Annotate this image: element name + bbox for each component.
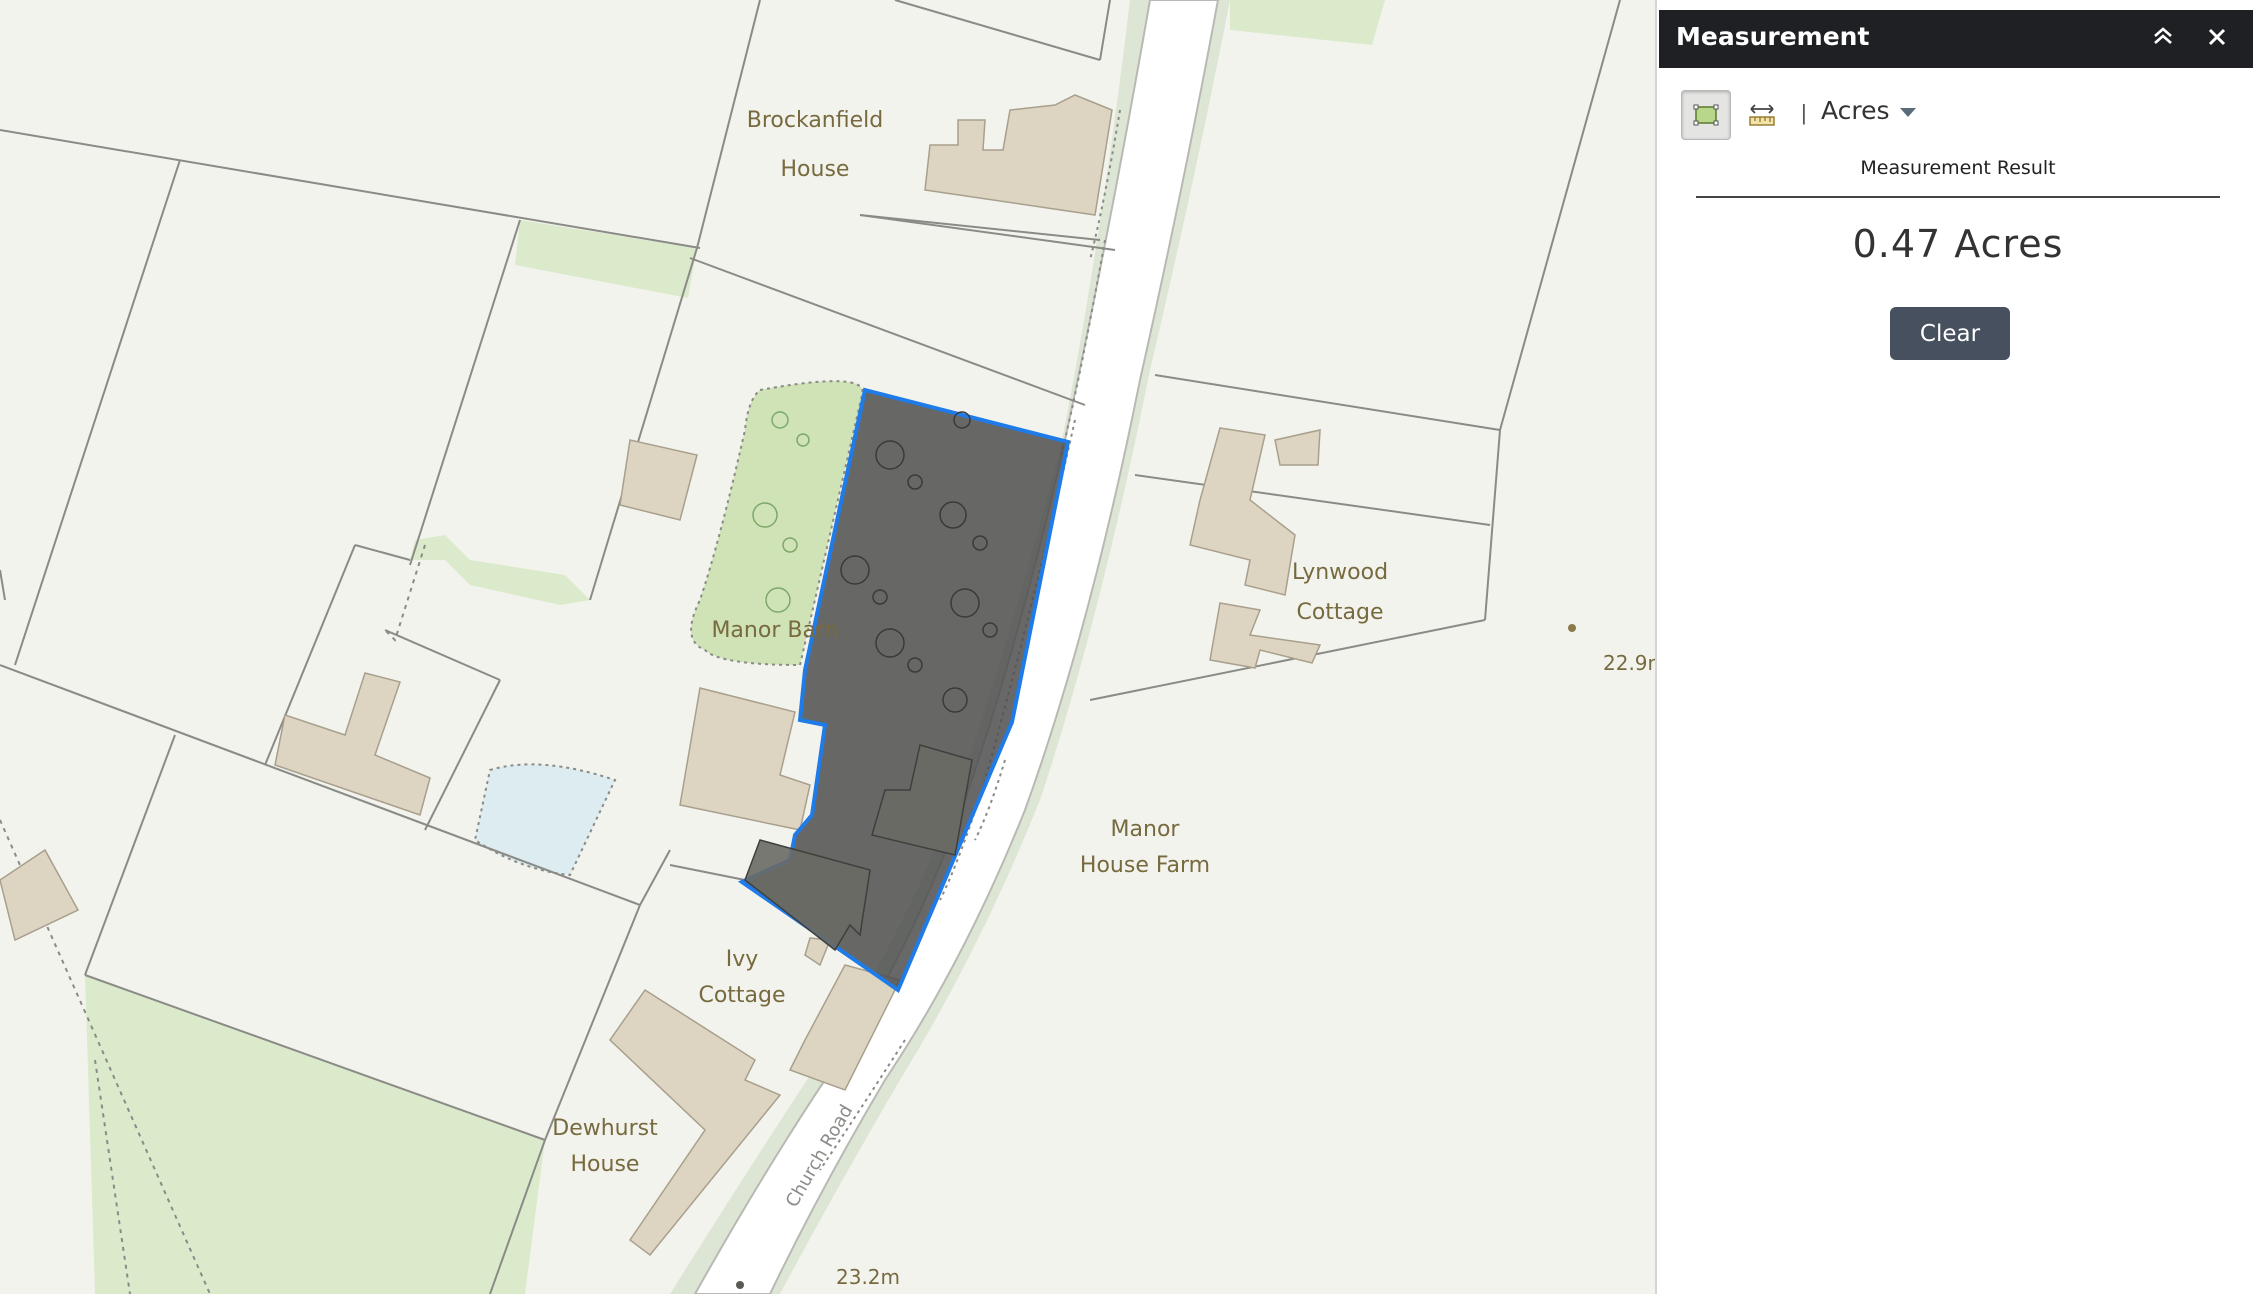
spot-height-east: 22.9m <box>1603 651 1655 675</box>
close-button[interactable] <box>2199 20 2235 56</box>
pond <box>473 763 617 877</box>
label-manor-barn: Manor Barn <box>711 618 839 643</box>
label-line: House Farm <box>1079 853 1211 878</box>
distance-measure-icon <box>1749 104 1775 126</box>
spot-height-south: 23.2m <box>836 1265 901 1289</box>
unit-label: Acres <box>1821 96 1890 125</box>
label-line: Manor <box>1110 817 1180 842</box>
distance-tool-button[interactable] <box>1737 90 1787 140</box>
result-value: 0.47 Acres <box>1852 222 2064 266</box>
result-divider <box>1696 196 2220 198</box>
label-line: Brockanfield <box>746 108 884 133</box>
label-line: Cottage <box>698 983 786 1008</box>
label-line: Ivy <box>725 947 759 972</box>
label-dewhurst-house: Dewhurst House <box>530 1111 680 1183</box>
measurement-panel: Measurement | Acres Measurement Result 0… <box>1655 0 2256 1294</box>
measurement-toolbar: | Acres <box>1681 90 2221 140</box>
collapse-button[interactable] <box>2145 20 2181 56</box>
label-brockanfield-house: Brockanfield House <box>740 103 890 188</box>
double-chevron-up-icon <box>2154 27 2172 44</box>
panel-title: Measurement <box>1676 22 1870 51</box>
unit-dropdown[interactable]: Acres <box>1821 96 1916 125</box>
clear-button[interactable]: Clear <box>1890 307 2010 360</box>
label-line: Cottage <box>1296 600 1384 625</box>
toolbar-separator: | <box>1801 100 1807 125</box>
caret-down-icon <box>1899 107 1916 117</box>
label-line: Dewhurst <box>552 1116 658 1141</box>
label-lynwood-cottage: Lynwood Cottage <box>1265 555 1415 631</box>
area-measure-icon <box>1693 104 1719 126</box>
label-line: House <box>780 157 850 182</box>
label-ivy-cottage: Ivy Cottage <box>667 942 817 1014</box>
area-tool-button[interactable] <box>1681 90 1731 140</box>
label-line: Lynwood <box>1291 560 1389 585</box>
spot-height-point <box>736 1281 744 1289</box>
map-view[interactable]: Brockanfield House Manor Barn Lynwood Co… <box>0 0 1655 1294</box>
spot-height-point <box>1568 624 1576 632</box>
panel-header: Measurement <box>1659 10 2253 68</box>
result-label: Measurement Result <box>1860 157 2056 179</box>
close-icon <box>2208 28 2226 46</box>
label-line: House <box>570 1152 640 1177</box>
label-manor-house-farm: Manor House Farm <box>1070 812 1220 884</box>
